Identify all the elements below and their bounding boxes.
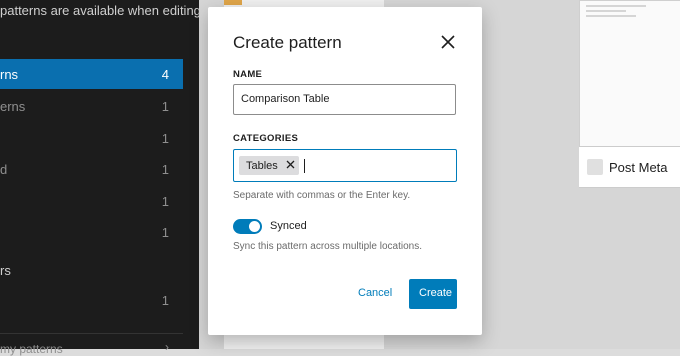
category-token: Tables [239, 156, 299, 175]
create-button-label: Create [419, 287, 453, 299]
toggle-knob [249, 221, 260, 232]
category-token-label: Tables [246, 160, 278, 172]
categories-label: CATEGORIES [233, 133, 299, 144]
categories-help: Separate with commas or the Enter key. [233, 190, 411, 201]
cancel-button[interactable]: Cancel [358, 287, 392, 299]
text-caret [304, 159, 305, 173]
remove-token-icon[interactable] [286, 160, 295, 169]
name-label: NAME [233, 69, 263, 80]
modal-title: Create pattern [233, 33, 342, 52]
name-field[interactable]: Comparison Table [233, 84, 456, 115]
synced-help: Sync this pattern across multiple locati… [233, 241, 422, 252]
create-pattern-modal: Create pattern NAME Comparison Table CAT… [208, 7, 482, 335]
name-field-value: Comparison Table [241, 93, 330, 105]
create-button[interactable]: Create [409, 279, 457, 309]
close-icon[interactable] [440, 34, 456, 50]
categories-field[interactable]: Tables [233, 149, 457, 182]
synced-label: Synced [270, 220, 307, 232]
synced-toggle[interactable] [233, 219, 262, 234]
